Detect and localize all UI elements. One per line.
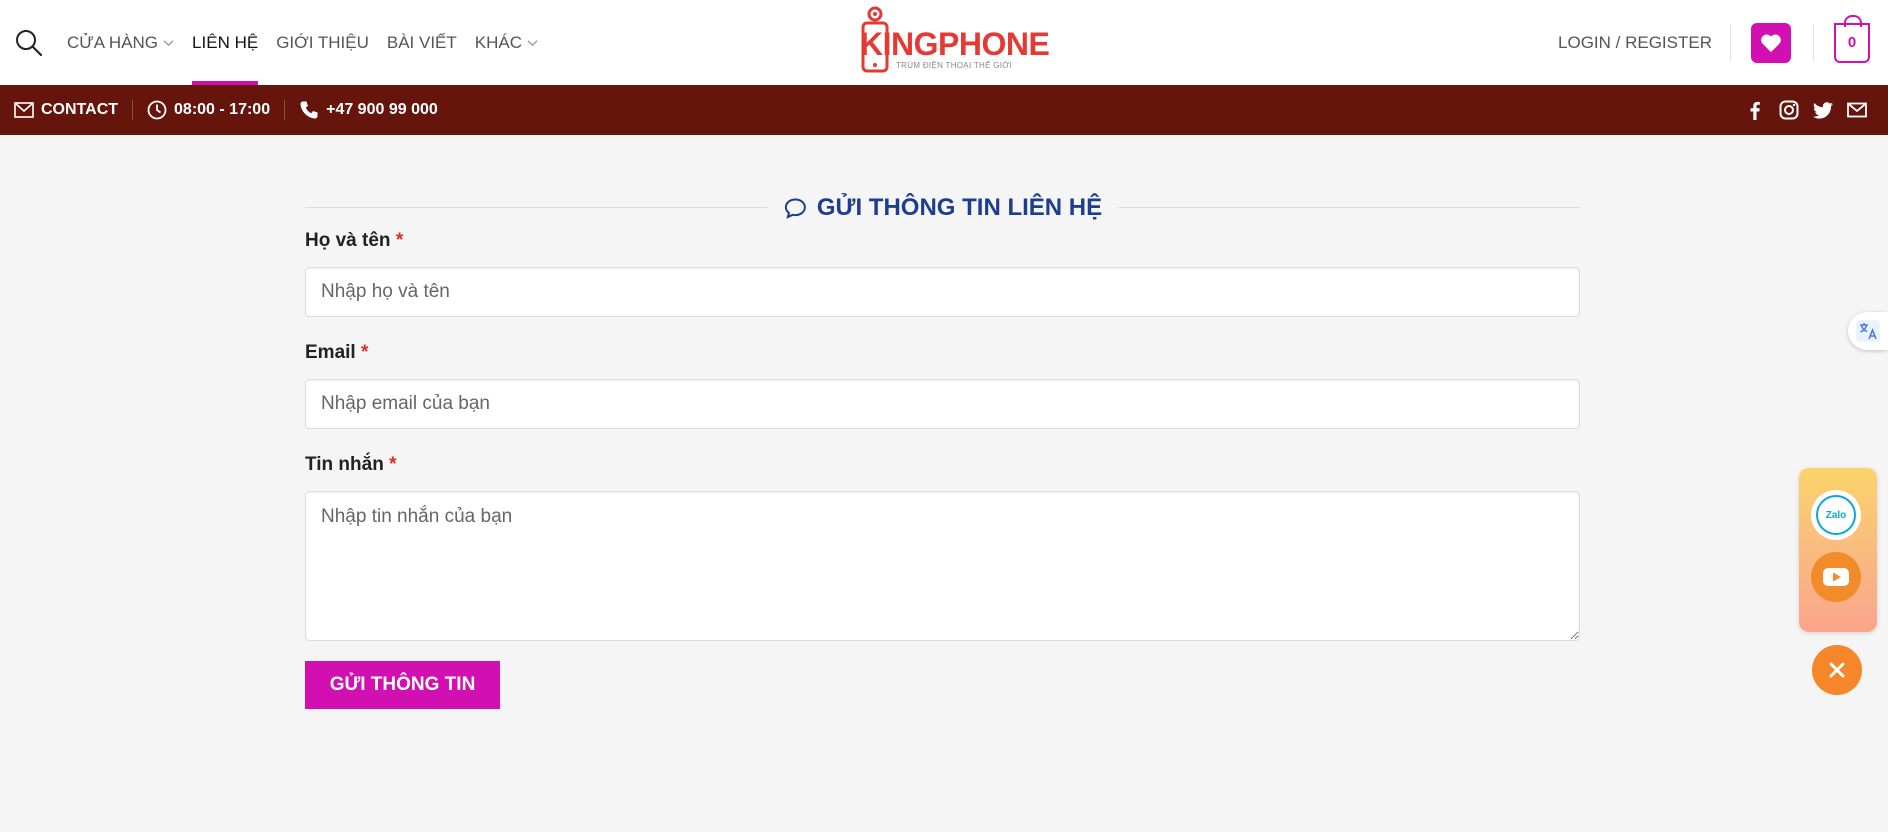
message-field[interactable]	[305, 491, 1580, 641]
logo-tagline: TRÙM ĐIỆN THOẠI THẾ GIỚI	[896, 61, 1012, 70]
chevron-down-icon	[527, 40, 538, 47]
instagram-icon[interactable]	[1778, 99, 1800, 121]
youtube-button[interactable]	[1811, 552, 1861, 602]
email-icon[interactable]	[1846, 99, 1868, 121]
message-label: Tin nhắn *	[305, 454, 397, 476]
form-title-row: GỬI THÔNG TIN LIÊN HỆ	[305, 180, 1580, 235]
name-label: Họ và tên *	[305, 230, 403, 252]
contact-link[interactable]: CONTACT	[14, 101, 132, 119]
name-field[interactable]	[305, 267, 1580, 317]
heart-icon	[1761, 34, 1781, 52]
email-label: Email *	[305, 342, 368, 364]
chat-bubble-icon	[784, 197, 806, 219]
contact-label: CONTACT	[41, 101, 119, 118]
nav-item-bai-viet[interactable]: BÀI VIẾT	[378, 0, 466, 85]
wishlist-button[interactable]	[1751, 22, 1791, 63]
translate-button[interactable]	[1848, 312, 1888, 350]
main-nav: CỬA HÀNG LIÊN HỆ GIỚI THIỆU BÀI VIẾT KHÁ…	[14, 0, 547, 85]
logo-text: KINGPHONE	[860, 26, 1050, 62]
header-actions: LOGIN / REGISTER 0	[1558, 0, 1888, 85]
nav-item-label: GIỚI THIỆU	[276, 32, 369, 52]
nav-item-khac[interactable]: KHÁC	[466, 0, 547, 85]
divider	[284, 100, 286, 120]
phone-text: +47 900 99 000	[326, 101, 438, 118]
form-title-text: GỬI THÔNG TIN LIÊN HỆ	[816, 193, 1103, 221]
social-links	[1744, 85, 1868, 135]
login-register-link[interactable]: LOGIN / REGISTER	[1558, 33, 1730, 53]
phone-link[interactable]: +47 900 99 000	[299, 100, 452, 120]
divider	[1730, 23, 1731, 62]
required-mark: *	[395, 230, 404, 251]
hours-text: 08:00 - 17:00	[174, 101, 271, 118]
clock-icon	[147, 100, 167, 120]
nav-item-lien-he[interactable]: LIÊN HỆ	[183, 0, 267, 85]
nav-item-gioi-thieu[interactable]: GIỚI THIỆU	[267, 0, 378, 85]
message-label-text: Tin nhắn	[305, 454, 384, 475]
top-bar-info: CONTACT 08:00 - 17:00 +47 900 99 000	[14, 85, 452, 135]
envelope-icon	[14, 102, 34, 118]
email-field[interactable]	[305, 379, 1580, 429]
close-icon	[1829, 662, 1845, 678]
zalo-button[interactable]: Zalo	[1811, 490, 1861, 540]
submit-button[interactable]: GỬI THÔNG TIN	[305, 661, 500, 709]
opening-hours: 08:00 - 17:00	[147, 100, 284, 120]
site-header: CỬA HÀNG LIÊN HỆ GIỚI THIỆU BÀI VIẾT KHÁ…	[0, 0, 1888, 85]
phone-icon	[300, 101, 318, 119]
required-mark: *	[360, 342, 369, 363]
form-title: GỬI THÔNG TIN LIÊN HỆ	[766, 180, 1119, 235]
nav-item-label: LIÊN HỆ	[192, 32, 259, 52]
name-label-text: Họ và tên	[305, 230, 391, 251]
twitter-icon[interactable]	[1812, 99, 1834, 121]
divider	[1813, 23, 1814, 62]
translate-icon	[1856, 320, 1880, 342]
contact-form: GỬI THÔNG TIN LIÊN HỆ Họ và tên * Email …	[305, 180, 1580, 709]
social-float-panel: Zalo	[1799, 468, 1877, 632]
search-icon[interactable]	[14, 28, 44, 58]
nav-item-label: CỬA HÀNG	[67, 32, 159, 52]
nav-item-cua-hang[interactable]: CỬA HÀNG	[58, 0, 183, 85]
cart-button[interactable]: 0	[1834, 14, 1870, 63]
youtube-icon	[1823, 568, 1849, 586]
required-mark: *	[389, 454, 397, 475]
nav-item-label: BÀI VIẾT	[386, 32, 457, 52]
close-float-button[interactable]	[1812, 645, 1862, 695]
site-logo[interactable]: KINGPHONE TRÙM ĐIỆN THOẠI THẾ GIỚI	[860, 4, 1050, 76]
chevron-down-icon	[163, 40, 174, 47]
nav-item-label: KHÁC	[474, 32, 523, 52]
divider	[132, 100, 134, 120]
top-bar: CONTACT 08:00 - 17:00 +47 900 99 000	[0, 85, 1888, 135]
cart-count: 0	[1847, 34, 1857, 51]
zalo-icon: Zalo	[1816, 495, 1856, 535]
facebook-icon[interactable]	[1744, 99, 1766, 121]
zalo-label: Zalo	[1825, 509, 1847, 521]
email-label-text: Email	[305, 342, 356, 363]
